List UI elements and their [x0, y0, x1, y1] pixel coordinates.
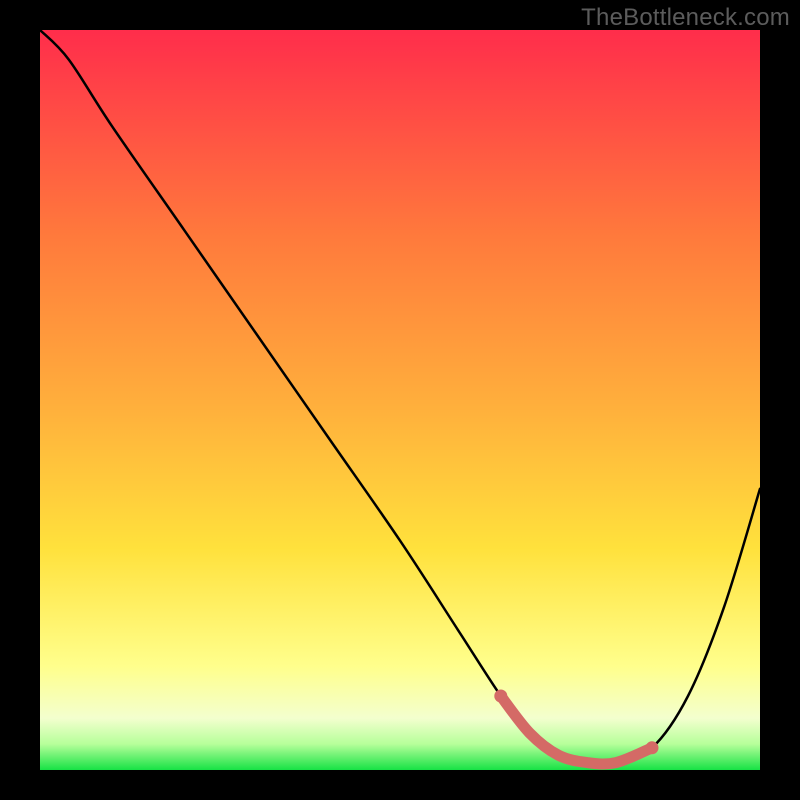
highlight-start-dot	[494, 690, 507, 703]
highlight-end-dot	[646, 741, 659, 754]
plot-area	[40, 30, 760, 770]
chart-frame: TheBottleneck.com	[0, 0, 800, 800]
gradient-background	[40, 30, 760, 770]
watermark-text: TheBottleneck.com	[581, 4, 790, 32]
chart-svg	[40, 30, 760, 770]
